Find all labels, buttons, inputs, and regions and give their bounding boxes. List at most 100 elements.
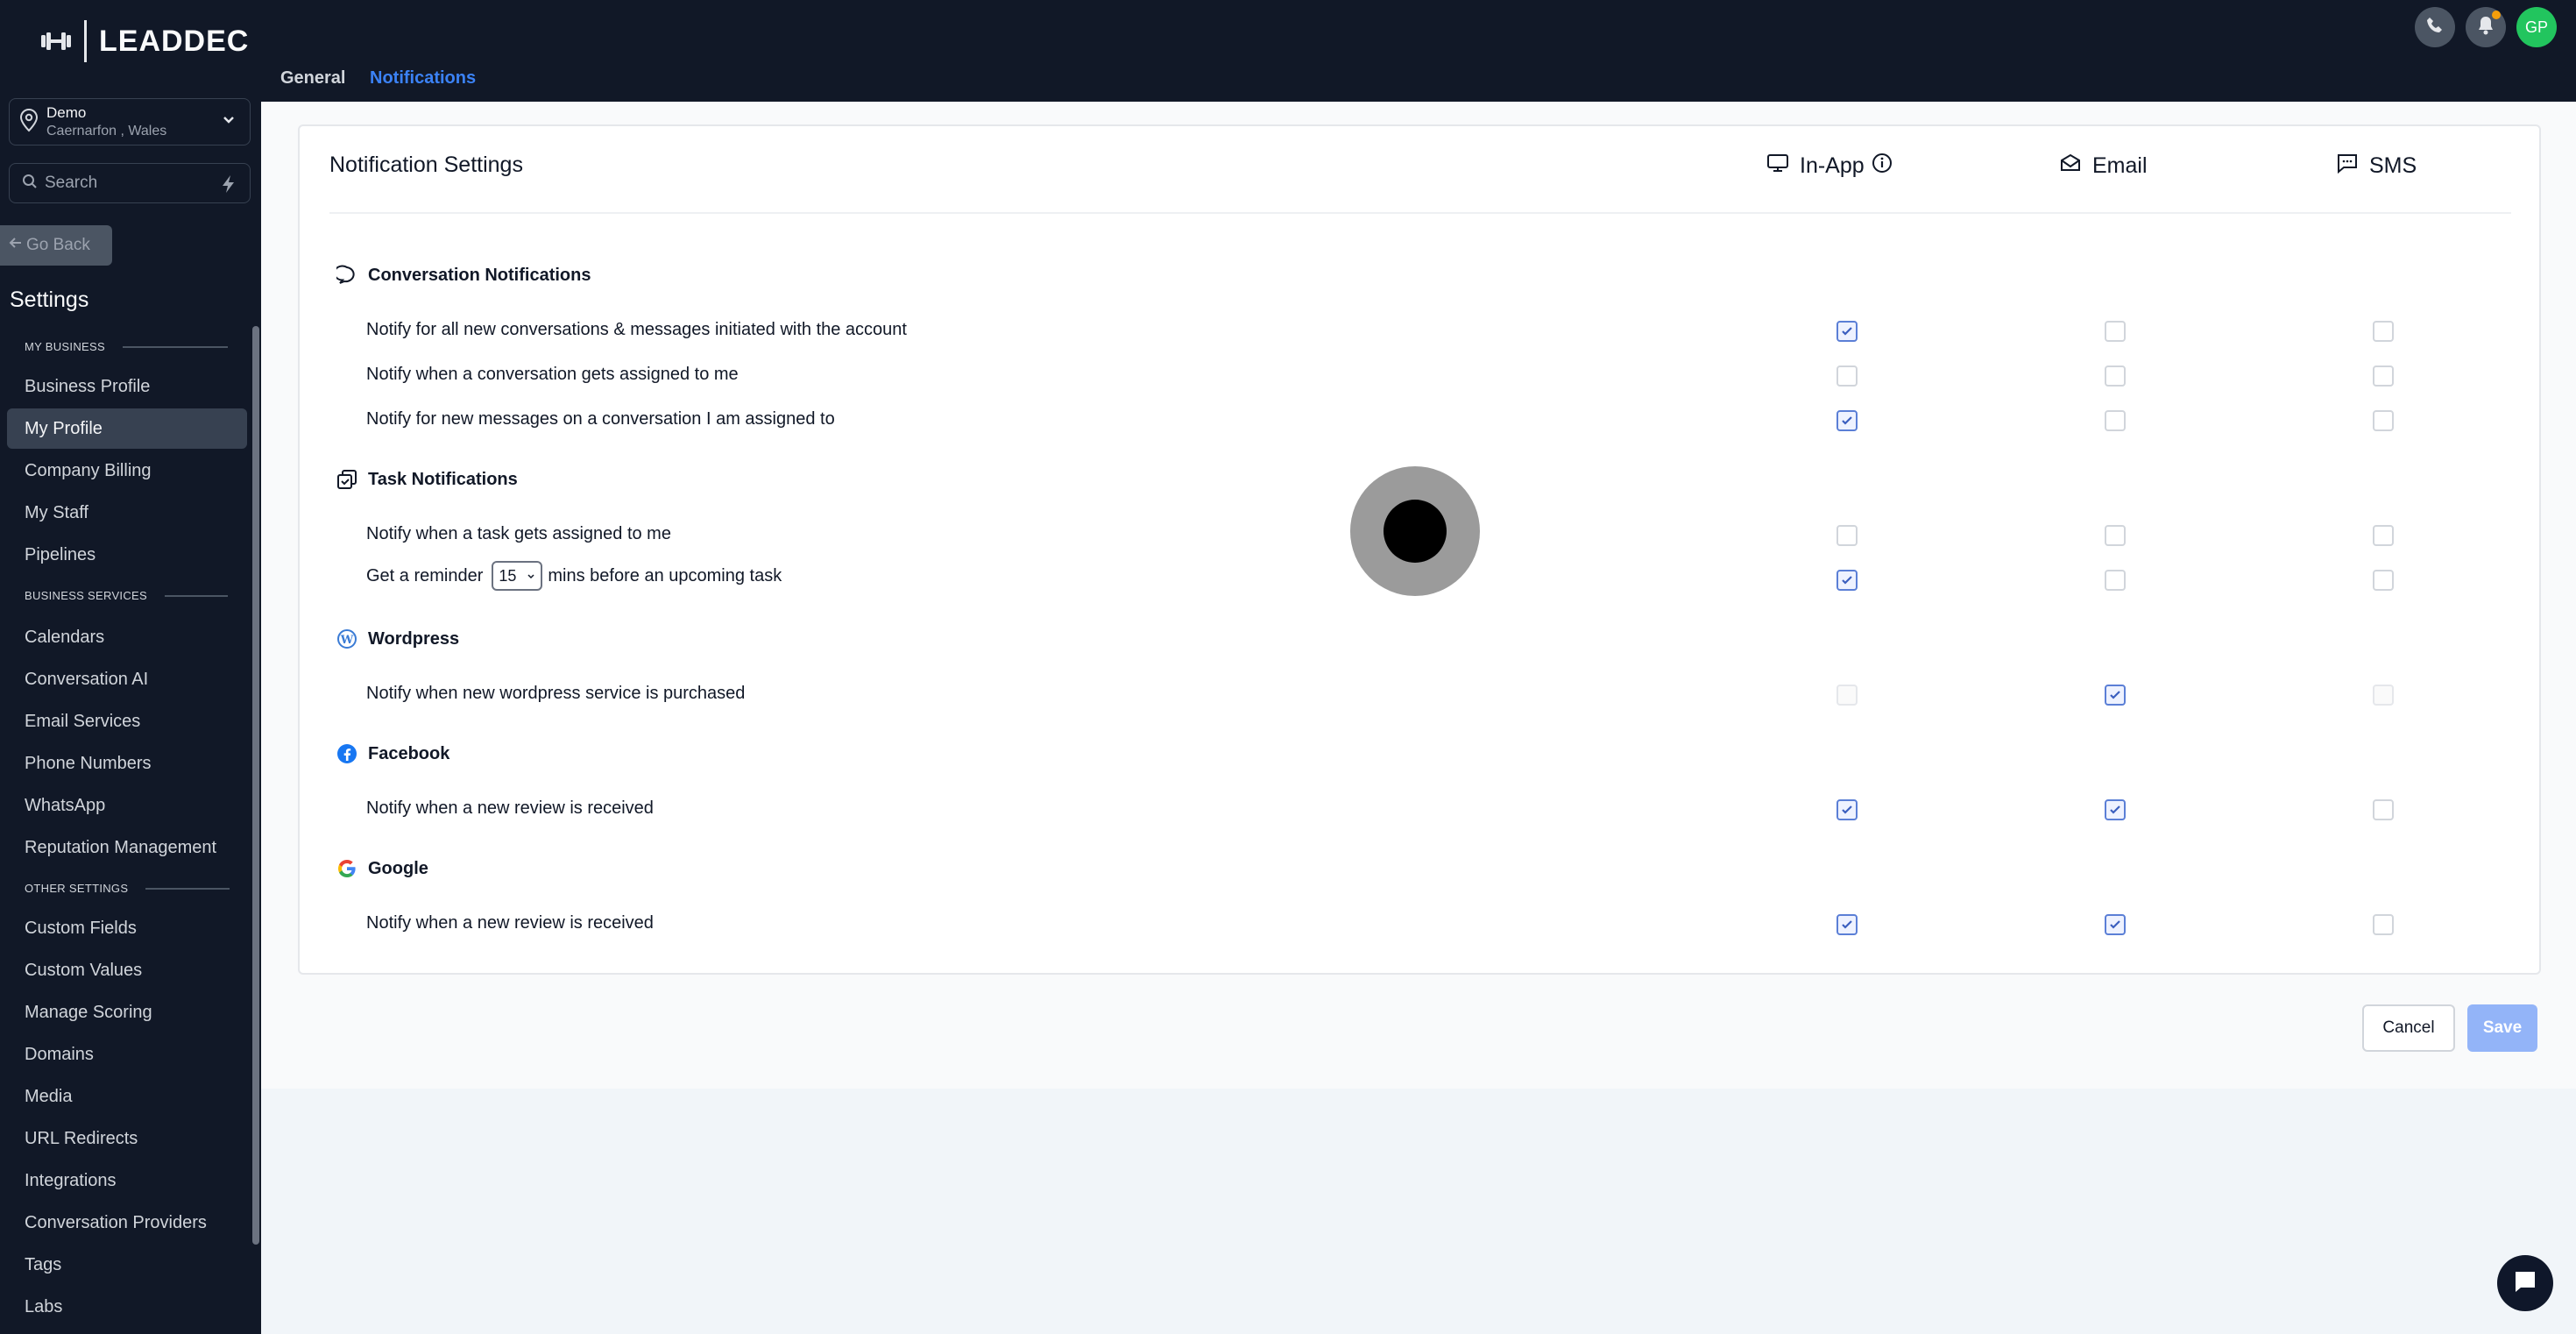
checkbox-inapp[interactable] (1836, 799, 1858, 820)
chat-bubble-icon (335, 263, 359, 287)
sidebar-item-my-profile[interactable]: My Profile (7, 408, 247, 449)
checkbox-inapp[interactable] (1836, 525, 1858, 546)
sidebar-item-conversation-providers[interactable]: Conversation Providers (25, 1213, 207, 1233)
checkbox-email[interactable] (2105, 570, 2126, 591)
section-facebook: Facebook (335, 742, 449, 766)
sidebar-item-my-staff[interactable]: My Staff (25, 503, 88, 523)
go-back-button[interactable]: Go Back (0, 225, 112, 266)
sidebar-item-phone-numbers[interactable]: Phone Numbers (25, 754, 152, 774)
section-title: Conversation Notifications (368, 265, 591, 285)
monitor-icon (1766, 153, 1800, 180)
row-label: Notify when new wordpress service is pur… (366, 684, 746, 703)
sidebar-item-labs[interactable]: Labs (25, 1297, 62, 1317)
checkbox-inapp[interactable] (1836, 570, 1858, 591)
location-switcher[interactable]: Demo Caernarfon , Wales (9, 98, 251, 145)
sidebar-item-media[interactable]: Media (25, 1087, 72, 1107)
group-header-my-business: MY BUSINESS (25, 340, 228, 353)
checkbox-email[interactable] (2105, 365, 2126, 387)
info-icon[interactable] (1872, 153, 1903, 180)
cancel-button[interactable]: Cancel (2362, 1004, 2455, 1052)
sidebar-item-tags[interactable]: Tags (25, 1255, 61, 1275)
checkbox-sms[interactable] (2373, 799, 2394, 820)
row-label: Notify for all new conversations & messa… (366, 320, 907, 339)
section-google: Google (335, 856, 428, 881)
top-bar: General Notifications GP (261, 0, 2576, 102)
checkbox-inapp[interactable] (1836, 410, 1858, 431)
sidebar-item-integrations[interactable]: Integrations (25, 1171, 117, 1191)
checkbox-inapp[interactable] (1836, 914, 1858, 935)
phone-button[interactable] (2415, 7, 2455, 47)
channel-header-email: Email (2059, 153, 2148, 180)
checkbox-sms[interactable] (2373, 570, 2394, 591)
sidebar-item-email-services[interactable]: Email Services (25, 712, 140, 732)
checkbox-sms[interactable] (2373, 365, 2394, 387)
go-back-label: Go Back (26, 236, 90, 254)
search-icon (22, 174, 38, 194)
channel-label-sms: SMS (2369, 153, 2417, 178)
checkbox-email[interactable] (2105, 685, 2126, 706)
notifications-button[interactable] (2466, 7, 2506, 47)
dumbbell-icon (39, 29, 74, 53)
sidebar-scrollbar[interactable] (252, 326, 259, 1245)
save-button[interactable]: Save (2467, 1004, 2537, 1052)
section-title: Google (368, 858, 428, 878)
sidebar-item-pipelines[interactable]: Pipelines (25, 545, 96, 565)
avatar[interactable]: GP (2516, 7, 2557, 47)
checkbox-email[interactable] (2105, 914, 2126, 935)
lightning-icon[interactable] (215, 171, 243, 197)
reminder-row: Get a reminder 15 mins before an upcomin… (366, 561, 782, 591)
facebook-icon (335, 742, 359, 766)
search-placeholder: Search (45, 174, 98, 192)
checkbox-sms[interactable] (2373, 410, 2394, 431)
sidebar-item-conversation-ai[interactable]: Conversation AI (25, 670, 148, 690)
sidebar-item-whatsapp[interactable]: WhatsApp (25, 796, 105, 816)
settings-title: Settings (10, 287, 89, 312)
sidebar-search[interactable]: Search (9, 163, 251, 203)
checkbox-sms[interactable] (2373, 914, 2394, 935)
content-footer-area (261, 1089, 2576, 1334)
checkbox-inapp[interactable] (1836, 365, 1858, 387)
sidebar-item-url-redirects[interactable]: URL Redirects (25, 1129, 138, 1149)
location-subtitle: Caernarfon , Wales (46, 124, 167, 138)
group-header-business-services: BUSINESS SERVICES (25, 589, 228, 602)
channel-label-email: Email (2092, 153, 2148, 178)
svg-text:W: W (340, 634, 354, 647)
cursor-dot (1384, 500, 1447, 563)
chat-icon (2512, 1268, 2538, 1299)
header-divider (329, 212, 2511, 214)
sidebar-item-domains[interactable]: Domains (25, 1045, 94, 1065)
divider (145, 887, 230, 890)
section-task: Task Notifications (335, 467, 518, 492)
checkbox-email[interactable] (2105, 321, 2126, 342)
row-label: Notify when a conversation gets assigned… (366, 365, 739, 384)
checkbox-email[interactable] (2105, 410, 2126, 431)
row-label: Notify when a task gets assigned to me (366, 524, 671, 543)
section-conversation: Conversation Notifications (335, 263, 591, 287)
checkbox-email[interactable] (2105, 799, 2126, 820)
sidebar-item-custom-fields[interactable]: Custom Fields (25, 919, 137, 939)
group-header-label: MY BUSINESS (25, 340, 105, 353)
sidebar-item-reputation-management[interactable]: Reputation Management (25, 838, 216, 858)
checkbox-inapp (1836, 685, 1858, 706)
row-label: Notify when a new review is received (366, 913, 654, 933)
group-header-label: BUSINESS SERVICES (25, 589, 147, 602)
tab-general[interactable]: General (280, 68, 345, 89)
checkbox-sms[interactable] (2373, 321, 2394, 342)
card-title: Notification Settings (329, 153, 523, 177)
sidebar-item-company-billing[interactable]: Company Billing (25, 461, 152, 481)
mail-icon (2059, 153, 2092, 180)
reminder-minutes-select[interactable]: 15 (492, 561, 543, 591)
sidebar-item-custom-values[interactable]: Custom Values (25, 961, 142, 981)
section-title: Wordpress (368, 628, 460, 649)
checkbox-email[interactable] (2105, 525, 2126, 546)
chat-widget-button[interactable] (2497, 1255, 2553, 1311)
sidebar-item-business-profile[interactable]: Business Profile (25, 377, 150, 397)
brand-logo[interactable]: LEADDEC (39, 19, 249, 63)
checkbox-sms[interactable] (2373, 525, 2394, 546)
section-title: Task Notifications (368, 469, 518, 489)
checkbox-inapp[interactable] (1836, 321, 1858, 342)
sidebar-item-calendars[interactable]: Calendars (25, 628, 104, 648)
sidebar-item-manage-scoring[interactable]: Manage Scoring (25, 1003, 152, 1023)
cursor-indicator (1350, 466, 1480, 596)
tab-notifications[interactable]: Notifications (370, 68, 476, 89)
